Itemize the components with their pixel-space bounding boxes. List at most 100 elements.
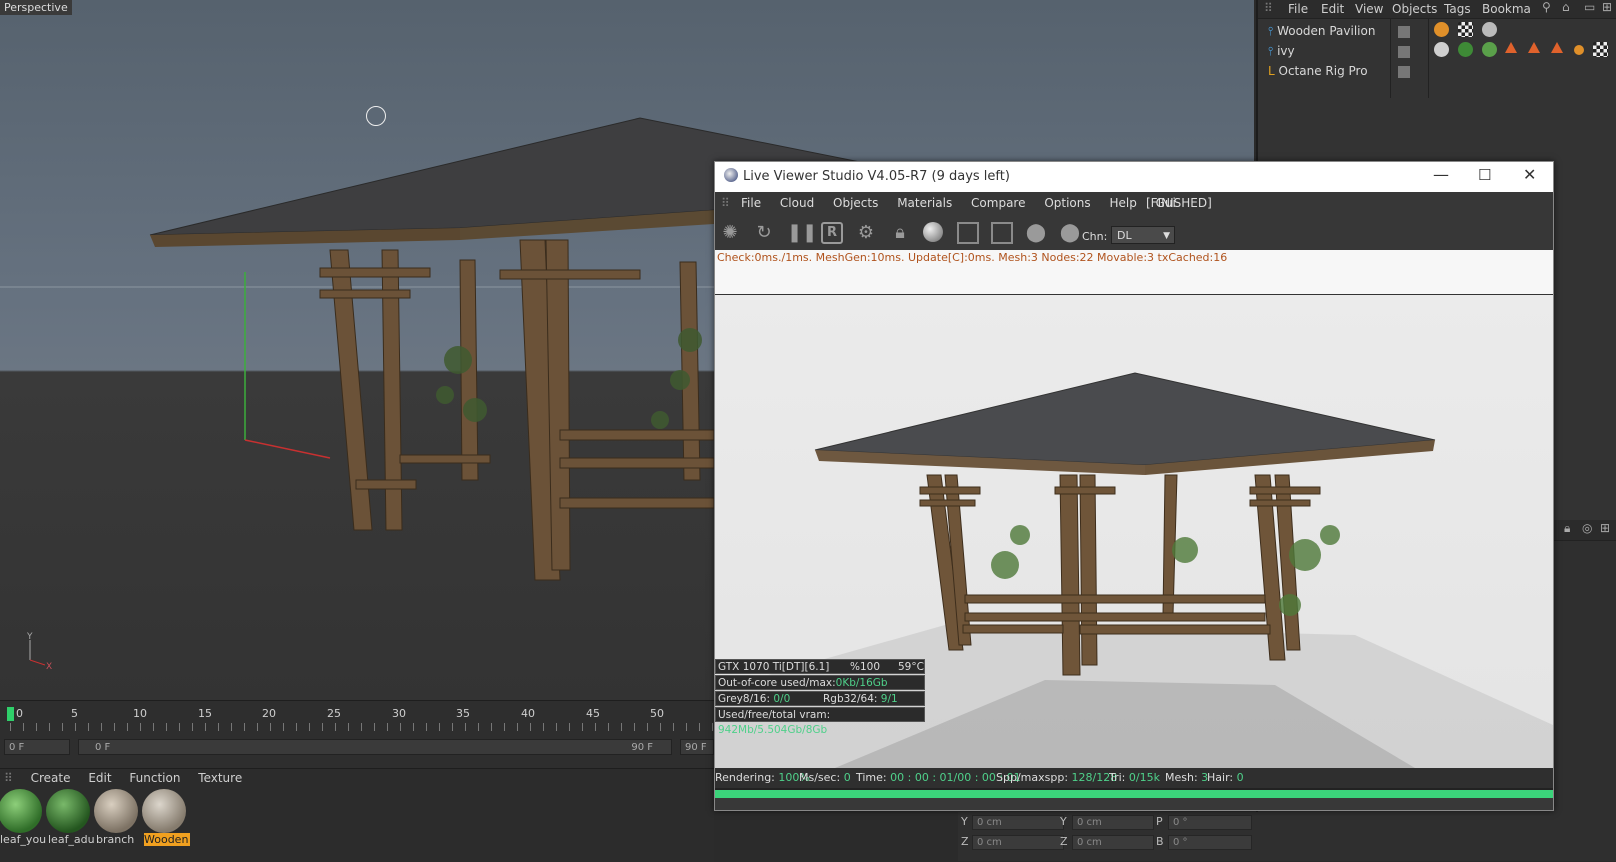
material-wooden[interactable]	[142, 789, 186, 833]
timeline-ruler[interactable]	[10, 723, 714, 731]
menu-file[interactable]: File	[1288, 2, 1308, 16]
rgb-label: Rgb32/64:	[823, 693, 878, 705]
texture-tag-icon[interactable]	[1592, 42, 1608, 57]
object-row-ivy[interactable]: ⫯ ivy	[1268, 44, 1295, 62]
menu-options[interactable]: Options	[1044, 192, 1090, 214]
menu-edit[interactable]: Edit	[88, 771, 111, 785]
grey-value: 0/0	[773, 693, 791, 705]
object-row-octane-rig[interactable]: L Octane Rig Pro	[1268, 64, 1368, 82]
menu-compare[interactable]: Compare	[971, 192, 1025, 214]
menu-materials[interactable]: Materials	[897, 192, 952, 214]
warning-tag-icon[interactable]	[1551, 42, 1564, 53]
film-region-icon[interactable]	[957, 222, 979, 244]
vertex-map-tag-icon[interactable]	[1573, 44, 1584, 55]
maximize-icon[interactable]: ☐	[1478, 166, 1491, 184]
render-stats-bar: Rendering: 100% Ms/sec: 0 Time: 00 : 00 …	[715, 768, 1553, 788]
menu-function[interactable]: Function	[129, 771, 180, 785]
position-z-field[interactable]: 0 cm	[972, 835, 1064, 850]
visibility-toggle-icon[interactable]	[1398, 66, 1410, 78]
rotation-b-field[interactable]: 0 °	[1168, 835, 1252, 850]
menu-tags[interactable]: Tags	[1444, 2, 1471, 16]
lock-icon[interactable]: 🔒︎	[1564, 521, 1570, 536]
material-branch[interactable]	[94, 789, 138, 833]
tick-label: 10	[133, 707, 147, 720]
ms-group: Ms/sec: 0	[799, 768, 851, 788]
ooc-value: 0Kb/16Gb	[835, 677, 888, 689]
live-viewer-titlebar[interactable]: Live Viewer Studio V4.05-R7 (9 days left…	[715, 162, 1553, 192]
restart-icon[interactable]: ↻	[753, 222, 775, 244]
timeline-playhead[interactable]	[7, 707, 14, 721]
scale-z-field[interactable]: 0 cm	[1072, 835, 1154, 850]
material-preview-icon[interactable]	[923, 222, 943, 242]
visibility-toggle-icon[interactable]	[1398, 46, 1410, 58]
vram-row: Used/free/total vram: 942Mb/5.504Gb/8Gb	[715, 707, 925, 736]
search-icon[interactable]: ⚲	[1542, 0, 1551, 14]
current-frame-field[interactable]: 0 F	[4, 739, 70, 755]
lock-icon[interactable]: 🔒︎	[889, 222, 911, 244]
menu-view[interactable]: View	[1355, 2, 1383, 16]
mesh-label: Mesh:	[1165, 771, 1198, 784]
material-picker-icon[interactable]: ⬤	[1059, 222, 1081, 244]
material-label: leaf_you	[0, 833, 46, 846]
clay-mode-icon[interactable]	[991, 222, 1013, 244]
region-render-icon[interactable]: R	[821, 222, 843, 244]
tick-label: 0	[16, 707, 23, 720]
null-object-icon: ⫯	[1268, 44, 1274, 58]
hair-value: 0	[1236, 771, 1244, 784]
rotation-p-field[interactable]: 0 °	[1168, 815, 1252, 830]
menu-cloud[interactable]: Cloud	[780, 192, 814, 214]
material-tag-icon[interactable]	[1481, 42, 1497, 57]
material-tag-icon[interactable]	[1434, 42, 1449, 57]
render-state-label: [FINISHED]	[1146, 196, 1212, 210]
tick-label: 15	[198, 707, 212, 720]
close-icon[interactable]: ✕	[1523, 165, 1536, 184]
target-icon[interactable]: ◎	[1582, 521, 1592, 535]
expand-icon[interactable]: ⊞	[1600, 521, 1610, 535]
vertex-map-tag-icon[interactable]	[1434, 22, 1449, 37]
minimize-icon[interactable]: ▭	[1584, 0, 1595, 14]
material-leaf-adult[interactable]	[46, 789, 90, 833]
coord-label: Z	[961, 835, 969, 848]
settings-icon[interactable]: ⚙	[855, 222, 877, 244]
menu-texture[interactable]: Texture	[198, 771, 242, 785]
pause-icon[interactable]: ❚❚	[787, 222, 817, 244]
object-row-wooden-pavilion[interactable]: ⫯ Wooden Pavilion	[1268, 24, 1375, 42]
timeline[interactable]: 0 5 10 15 20 25 30 35 40 45 50 0 F 0 F 9…	[0, 700, 714, 769]
mesh-group: Mesh: 3	[1165, 768, 1208, 788]
octane-logo-icon	[724, 168, 738, 182]
menu-objects[interactable]: Objects	[1392, 2, 1437, 16]
layer-object-icon: L	[1268, 64, 1275, 78]
send-scene-icon[interactable]: ✺	[719, 222, 741, 244]
menu-objects[interactable]: Objects	[833, 192, 878, 214]
material-label: branch	[96, 833, 135, 846]
frame-range-slider[interactable]: 0 F 90 F	[78, 739, 672, 755]
rgb-group: Rgb32/64: 9/1	[823, 692, 898, 707]
visibility-toggle-icon[interactable]	[1398, 26, 1410, 38]
expand-icon[interactable]: ⊞	[1602, 0, 1612, 14]
ooc-label: Out-of-core used/max:	[718, 677, 836, 689]
material-leaf-young[interactable]	[0, 789, 42, 833]
coord-label: Z	[1060, 835, 1068, 848]
channel-select[interactable]: DL ▼	[1111, 226, 1175, 244]
tri-value: 0/15k	[1128, 771, 1160, 784]
material-tag-icon[interactable]	[1481, 22, 1497, 37]
menu-bookmarks[interactable]: Bookma	[1482, 2, 1531, 16]
warning-tag-icon[interactable]	[1505, 42, 1518, 53]
texture-tag-icon[interactable]	[1457, 22, 1473, 37]
render-view[interactable]: Check:0ms./1ms. MeshGen:10ms. Update[C]:…	[715, 250, 1553, 768]
warning-tag-icon[interactable]	[1528, 42, 1541, 53]
menu-file[interactable]: File	[741, 192, 761, 214]
object-name: Octane Rig Pro	[1278, 64, 1368, 78]
material-tag-icon[interactable]	[1457, 42, 1473, 57]
scale-y-field[interactable]: 0 cm	[1072, 815, 1154, 830]
home-icon[interactable]: ⌂	[1562, 0, 1570, 14]
coord-label: Y	[1060, 815, 1067, 828]
focus-picker-icon[interactable]: ⬤	[1025, 222, 1047, 244]
minimize-icon[interactable]: —	[1433, 165, 1449, 184]
position-y-field[interactable]: 0 cm	[972, 815, 1064, 830]
menu-edit[interactable]: Edit	[1321, 2, 1344, 16]
end-frame-field[interactable]: 90 F	[680, 739, 714, 755]
menu-help[interactable]: Help	[1109, 192, 1136, 214]
menu-create[interactable]: Create	[31, 771, 71, 785]
tick-label: 35	[456, 707, 470, 720]
